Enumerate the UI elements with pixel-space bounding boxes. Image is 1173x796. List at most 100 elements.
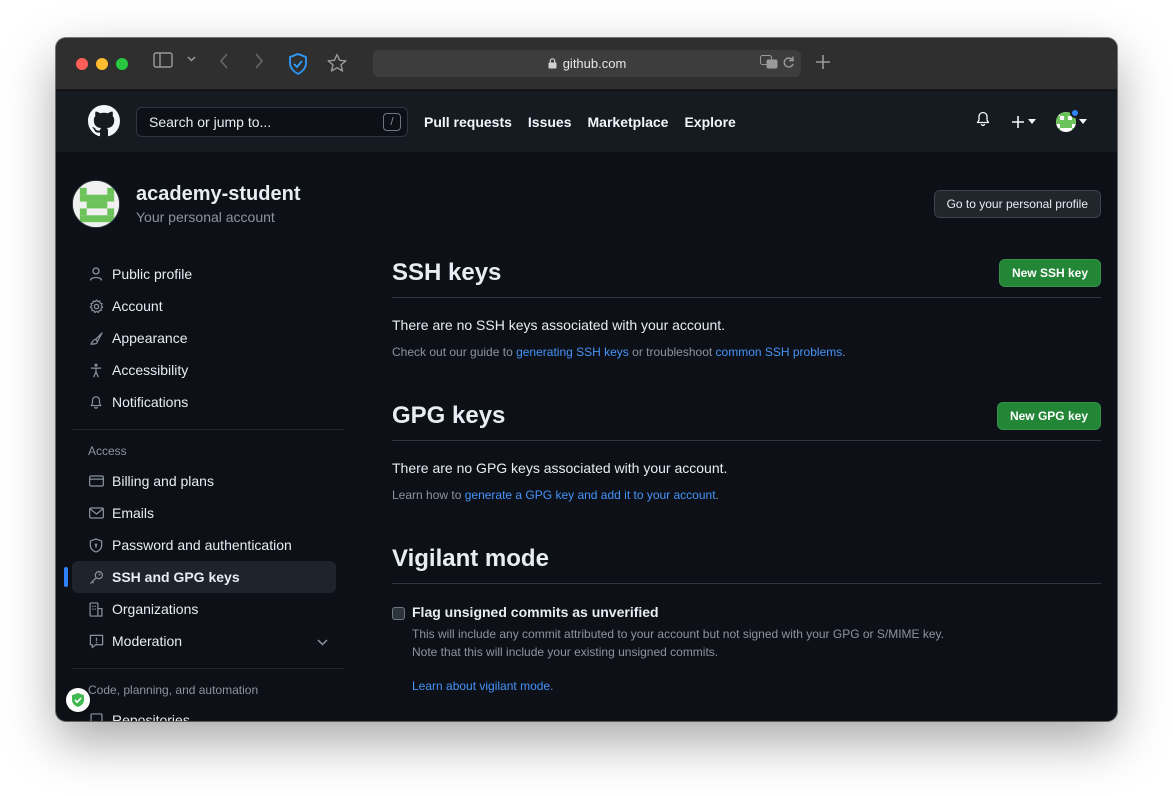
bell-icon <box>88 394 104 410</box>
accessibility-icon <box>88 362 104 378</box>
vigilant-mode-title: Vigilant mode <box>392 544 549 572</box>
privacy-shield-icon[interactable] <box>288 53 308 75</box>
browser-toolbar: github.com <box>56 38 1117 90</box>
sidebar-toggle-icon[interactable] <box>153 52 173 68</box>
sidebar-divider <box>72 429 344 430</box>
gpg-empty-message: There are no GPG keys associated with yo… <box>392 460 728 476</box>
sidebar-item-moderation[interactable]: Moderation <box>72 625 344 657</box>
sidebar-item-emails[interactable]: Emails <box>72 497 344 529</box>
global-nav: Pull requests Issues Marketplace Explore <box>424 91 736 152</box>
gpg-keys-body: There are no GPG keys associated with yo… <box>392 441 1101 502</box>
ssh-empty-message: There are no SSH keys associated with yo… <box>392 317 726 333</box>
nav-explore[interactable]: Explore <box>684 114 735 130</box>
notification-dot <box>1070 107 1080 118</box>
sidebar-item-label: Repositories <box>112 712 190 721</box>
account-header: academy-student Your personal account <box>72 180 301 228</box>
plus-icon <box>1012 115 1024 128</box>
gear-icon <box>88 298 104 314</box>
chevron-down-icon[interactable] <box>317 633 328 649</box>
sidebar-item-label: Billing and plans <box>112 473 214 489</box>
chevron-down-icon[interactable] <box>187 56 196 62</box>
vigilant-mode-header: Vigilant mode <box>392 534 1101 584</box>
gpg-keys-header: GPG keys New GPG key <box>392 391 1101 441</box>
address-bar[interactable]: github.com <box>373 50 801 77</box>
avatar[interactable] <box>72 180 120 228</box>
sidebar-heading-access: Access <box>88 444 127 458</box>
new-ssh-key-button[interactable]: New SSH key <box>998 259 1101 287</box>
bell-icon[interactable] <box>975 111 991 132</box>
reload-icon[interactable] <box>782 55 795 72</box>
sidebar-item-label: Password and authentication <box>112 537 292 553</box>
learn-vigilant-mode-link[interactable]: Learn about vigilant mode. <box>412 679 1101 693</box>
generating-ssh-keys-link[interactable]: generating SSH keys <box>516 345 629 359</box>
ssh-keys-title: SSH keys <box>392 258 502 286</box>
caret-down-icon <box>1028 119 1036 124</box>
sidebar-item-label: Moderation <box>112 633 183 649</box>
nav-marketplace[interactable]: Marketplace <box>588 114 669 130</box>
sidebar-item-label: Accessibility <box>112 362 189 378</box>
report-icon <box>88 633 104 649</box>
sidebar-item-accessibility[interactable]: Accessibility <box>72 354 344 386</box>
generate-gpg-key-link[interactable]: generate a GPG key and add it to your ac… <box>465 488 716 502</box>
sidebar-item-public-profile[interactable]: Public profile <box>72 258 344 290</box>
key-icon <box>88 569 104 585</box>
search-input[interactable]: Search or jump to... / <box>136 107 408 137</box>
create-new-menu[interactable] <box>1011 115 1036 129</box>
sidebar-item-billing[interactable]: Billing and plans <box>72 465 344 497</box>
ssh-help-suffix: . <box>842 345 846 359</box>
sidebar-heading-code: Code, planning, and automation <box>88 683 259 697</box>
sidebar-item-label: Emails <box>112 505 155 521</box>
ssh-help-text: Check out our guide to generating SSH ke… <box>392 345 1101 359</box>
github-header: Search or jump to... / Pull requests Iss… <box>56 91 1117 152</box>
organization-icon <box>88 601 104 617</box>
sidebar-item-label: Account <box>112 298 163 314</box>
close-window-button[interactable] <box>76 58 88 70</box>
common-ssh-problems-link[interactable]: common SSH problems <box>716 345 843 359</box>
settings-sidebar: Public profile Account Appearance Access… <box>64 258 344 721</box>
sidebar-item-ssh-gpg-keys[interactable]: SSH and GPG keys <box>64 561 336 593</box>
go-to-profile-button[interactable]: Go to your personal profile <box>933 190 1101 218</box>
new-tab-icon[interactable] <box>815 54 831 70</box>
username[interactable]: academy-student <box>136 183 301 206</box>
url-text: github.com <box>562 56 627 71</box>
extension-badge-icon[interactable] <box>66 688 90 712</box>
search-placeholder: Search or jump to... <box>149 114 272 130</box>
mail-icon <box>88 505 104 521</box>
sidebar-item-label: Notifications <box>112 394 189 410</box>
credit-card-icon <box>88 473 104 489</box>
sidebar-item-label: Appearance <box>112 330 188 346</box>
gpg-help-suffix: . <box>715 488 719 502</box>
lock-icon <box>548 58 557 69</box>
gpg-help-text: Learn how to generate a GPG key and add … <box>392 488 1101 502</box>
flag-unsigned-label[interactable]: Flag unsigned commits as unverified <box>412 604 1101 620</box>
user-menu[interactable] <box>1056 107 1087 132</box>
back-icon[interactable] <box>219 52 229 70</box>
account-type-label: Your personal account <box>136 209 275 225</box>
ssh-keys-body: There are no SSH keys associated with yo… <box>392 298 1101 359</box>
star-icon[interactable] <box>327 53 347 73</box>
search-shortcut-hint: / <box>383 113 401 131</box>
zoom-window-button[interactable] <box>116 58 128 70</box>
sidebar-item-label: SSH and GPG keys <box>112 569 240 585</box>
nav-pull-requests[interactable]: Pull requests <box>424 114 512 130</box>
sidebar-item-password-auth[interactable]: Password and authentication <box>72 529 344 561</box>
sidebar-item-appearance[interactable]: Appearance <box>72 322 344 354</box>
sidebar-divider <box>72 668 344 669</box>
github-logo-icon[interactable] <box>88 105 120 142</box>
sidebar-item-account[interactable]: Account <box>72 290 344 322</box>
sidebar-item-notifications[interactable]: Notifications <box>72 386 344 418</box>
sidebar-item-organizations[interactable]: Organizations <box>72 593 344 625</box>
sidebar-item-repositories[interactable]: Repositories <box>72 704 344 721</box>
new-gpg-key-button[interactable]: New GPG key <box>996 402 1101 430</box>
nav-issues[interactable]: Issues <box>528 114 572 130</box>
shield-lock-icon <box>88 537 104 553</box>
person-icon <box>88 266 104 282</box>
forward-icon[interactable] <box>254 52 264 70</box>
gpg-keys-title: GPG keys <box>392 401 506 429</box>
minimize-window-button[interactable] <box>96 58 108 70</box>
flag-unsigned-checkbox[interactable] <box>392 607 405 620</box>
vigilant-note-line: This will include any commit attributed … <box>412 627 945 641</box>
vigilant-mode-option: Flag unsigned commits as unverified This… <box>392 604 1101 693</box>
translate-icon[interactable] <box>760 55 778 72</box>
settings-page: academy-student Your personal account Go… <box>56 152 1117 721</box>
